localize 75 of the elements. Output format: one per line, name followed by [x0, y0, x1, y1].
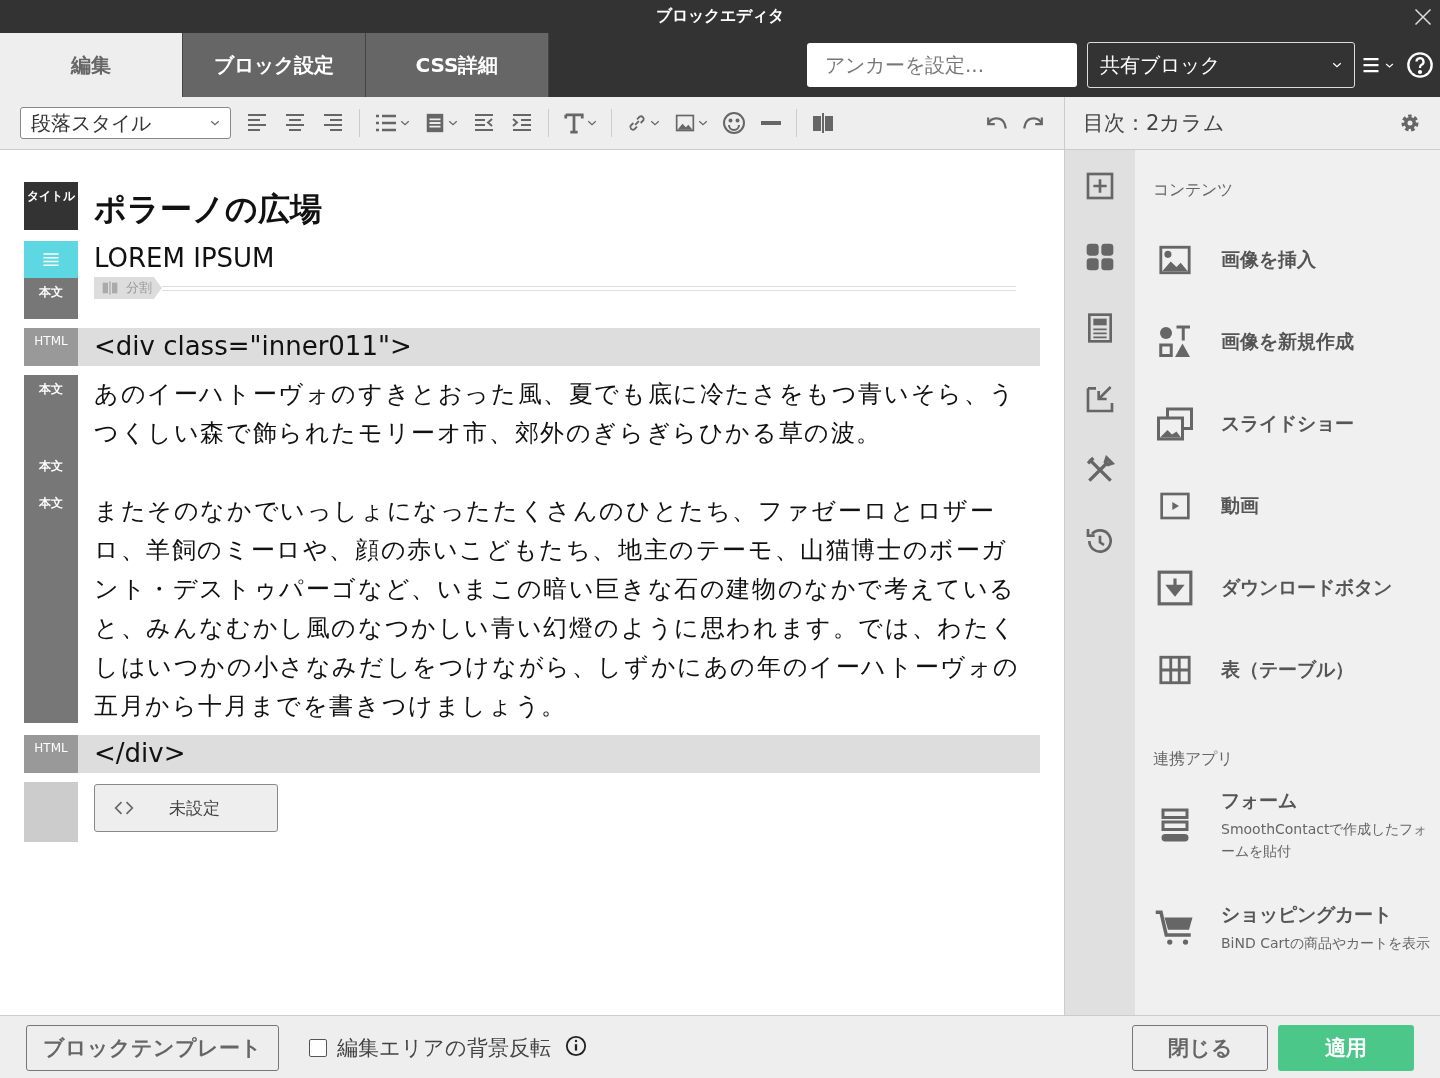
- caret-icon: [650, 118, 660, 128]
- content-item[interactable]: 画像を挿入: [1153, 219, 1440, 301]
- block-label: タイトル: [27, 188, 75, 205]
- help-icon: [1406, 51, 1434, 79]
- link-icon: [626, 112, 648, 134]
- invert-background-checkbox[interactable]: 編集エリアの背景反転: [309, 1033, 551, 1062]
- panel-title: 目次：2カラム: [1083, 110, 1226, 137]
- block-text: LOREM IPSUM: [94, 242, 276, 273]
- block-format-button[interactable]: [424, 112, 458, 134]
- smiley-icon: [722, 111, 746, 135]
- unset-button[interactable]: 未設定: [94, 784, 278, 832]
- anchor-field[interactable]: アンカーを設定...: [807, 43, 1077, 87]
- block-label: 本文: [39, 495, 63, 512]
- section-title: コンテンツ: [1153, 180, 1234, 201]
- block-label: HTML: [34, 740, 68, 755]
- split-icon: [100, 280, 120, 296]
- horizontal-rule-button[interactable]: [760, 121, 782, 125]
- emoji-button[interactable]: [722, 111, 746, 135]
- import-icon: [1084, 383, 1116, 415]
- close-dialog-button[interactable]: 閉じる: [1132, 1024, 1268, 1071]
- block-template-button[interactable]: ブロックテンプレート: [26, 1024, 279, 1071]
- redo-button[interactable]: [1022, 115, 1044, 131]
- caret-icon: [210, 118, 220, 128]
- content-item[interactable]: スライドショー: [1153, 383, 1440, 465]
- close-icon: [1414, 8, 1432, 26]
- grid-icon: [1084, 241, 1116, 273]
- content-item[interactable]: 画像を新規作成: [1153, 301, 1440, 383]
- window-title: ブロックエディタ: [656, 6, 784, 27]
- paragraph-style-select[interactable]: 段落スタイル: [20, 107, 231, 139]
- content-item[interactable]: ダウンロードボタン: [1153, 547, 1440, 629]
- block-label: HTML: [34, 333, 68, 348]
- caret-icon: [448, 118, 458, 128]
- caret-icon: [1332, 60, 1342, 70]
- content-item[interactable]: 動画: [1153, 465, 1440, 547]
- redo-icon: [1022, 115, 1044, 131]
- horizontal-rule-icon: [760, 121, 782, 125]
- block-format-icon: [424, 112, 446, 134]
- app-item[interactable]: フォーム SmoothContactで作成したフォームを貼付: [1153, 788, 1440, 862]
- html-code: <div class="inner011">: [94, 330, 412, 363]
- item-title: ショッピングカート: [1221, 902, 1393, 927]
- tab[interactable]: CSS詳細: [366, 33, 549, 97]
- undo-icon: [986, 115, 1008, 131]
- block-label: 本文: [39, 458, 63, 475]
- text-format-button[interactable]: [563, 111, 597, 135]
- empty-block-tag: [24, 782, 78, 842]
- block-title: ポラーノの広場: [94, 189, 322, 230]
- menu-icon: [1361, 56, 1381, 74]
- item-description: SmoothContactで作成したフォームを貼付: [1221, 820, 1429, 861]
- image-icon: [674, 113, 696, 133]
- add-block-icon: [1084, 170, 1116, 202]
- body-paragraph: またそのなかでいっしょになったたくさんのひとたち、ファゼーロとロザーロ、羊飼のミーロや、顔の赤いこどもたち、地主のテーモ、山猫博士のボーガント・デストゥパーゴなど、いまこの暗い巨きな石の建物のなかで考えていると、みんなむかし風のなつかしい青い幻燈のように思われます。では、わたくしはいつかの小さなみだしをつけながら、しずかにあの年のイーハトーヴォの五月から十月までを書きつけましょう。: [94, 496, 1021, 722]
- tab[interactable]: ブロック設定: [183, 33, 366, 97]
- content-item[interactable]: 表（テーブル）: [1153, 629, 1440, 711]
- caret-icon: [587, 118, 597, 128]
- app-item[interactable]: ショッピングカート BiND Cartの商品やカートを表示: [1153, 902, 1440, 954]
- block-type-select[interactable]: 共有ブロック: [1087, 42, 1355, 88]
- caret-icon: [400, 118, 410, 128]
- text-icon: [563, 111, 585, 135]
- caret-icon: [698, 118, 708, 128]
- info-icon: [565, 1034, 587, 1057]
- html-code: </div>: [94, 737, 186, 770]
- undo-button[interactable]: [986, 115, 1008, 131]
- image-button[interactable]: [674, 113, 708, 133]
- body-paragraph: あのイーハトーヴォのすきとおった風、夏でも底に冷たさをもつ青いそら、うつくしい森で飾られたモリーオ市、郊外のぎらぎらひかる草の波。: [94, 379, 1017, 449]
- item-description: BiND Cartの商品やカートを表示: [1221, 934, 1431, 953]
- download-icon: [1156, 569, 1194, 607]
- split-icon: [811, 111, 835, 135]
- item-title: フォーム: [1221, 788, 1298, 813]
- block-label: 本文: [39, 381, 63, 398]
- link-button[interactable]: [626, 112, 660, 134]
- tab[interactable]: 編集: [0, 33, 183, 97]
- slideshow-icon: [1155, 406, 1195, 442]
- split-button[interactable]: [811, 111, 835, 135]
- block-label: 本文: [39, 284, 63, 301]
- section-title: 連携アプリ: [1153, 749, 1234, 770]
